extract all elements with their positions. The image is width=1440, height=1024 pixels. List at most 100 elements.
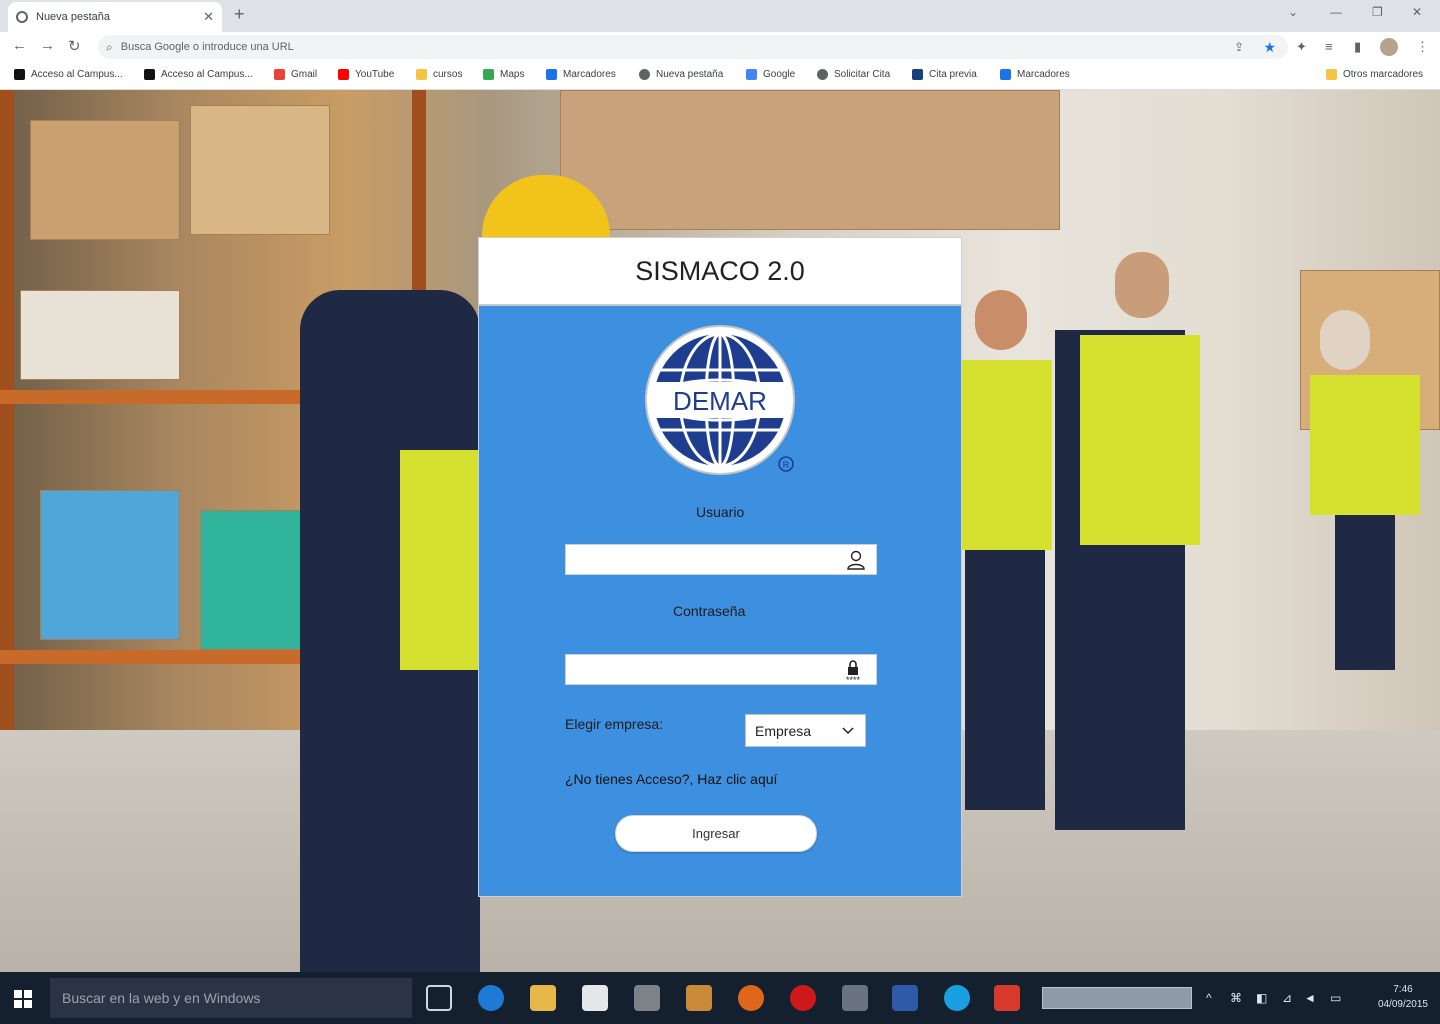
side-panel-icon[interactable]: ▮ [1354, 39, 1361, 55]
volume-icon[interactable]: ◄ [1304, 991, 1316, 1005]
bookmark-item[interactable]: Acceso al Campus... [144, 69, 253, 80]
store-icon[interactable] [582, 985, 608, 1011]
task-view-icon[interactable] [426, 985, 452, 1011]
bookmark-item[interactable]: Acceso al Campus... [14, 69, 123, 80]
bookmark-label: Google [763, 69, 796, 80]
network-icon[interactable]: ⊿ [1282, 991, 1292, 1005]
no-access-link[interactable]: ¿No tienes Acceso?, Haz clic aquí [565, 771, 777, 787]
bookmark-label: Maps [500, 69, 525, 80]
star-icon [1000, 69, 1011, 80]
app-icon[interactable] [842, 985, 868, 1011]
app-icon[interactable] [994, 985, 1020, 1011]
tab-search-icon[interactable]: ⌄ [1288, 5, 1298, 19]
registered-mark: R [783, 460, 790, 470]
safety-vest [960, 360, 1052, 550]
tray-icon[interactable]: ⌘ [1230, 991, 1242, 1005]
reload-icon[interactable]: ↻ [68, 37, 81, 55]
media-control-icon[interactable]: ≡ [1325, 39, 1333, 54]
bookmark-label: Marcadores [1017, 69, 1070, 80]
browser-tab[interactable]: Nueva pestaña ✕ [8, 2, 222, 32]
bookmark-star-icon[interactable]: ★ [1263, 39, 1276, 56]
chrome-tab-icon [16, 11, 28, 23]
app-icon[interactable] [892, 985, 918, 1011]
safety-vest [400, 450, 480, 670]
skype-icon[interactable] [944, 985, 970, 1011]
restore-icon[interactable]: ❐ [1372, 5, 1383, 19]
bookmark-item[interactable]: Maps [483, 69, 524, 80]
address-bar[interactable]: ⌕ Busca Google o introduce una URL ⇪ ★ [98, 35, 1288, 59]
forward-icon[interactable]: → [40, 37, 55, 54]
clock-time: 7:46 [1393, 984, 1413, 995]
search-icon: ⌕ [106, 39, 113, 54]
media-player-toolbar[interactable] [1042, 987, 1192, 1009]
file-explorer-icon[interactable] [530, 985, 556, 1011]
tab-close-icon[interactable]: ✕ [203, 9, 214, 25]
tab-title: Nueva pestaña [36, 11, 110, 23]
minimize-icon[interactable]: — [1330, 5, 1342, 19]
address-placeholder: Busca Google o introduce una URL [120, 41, 294, 53]
bookmark-item[interactable]: Nueva pestaña [639, 69, 723, 80]
windows-start-icon[interactable] [14, 990, 32, 1008]
bookmark-item[interactable]: Gmail [274, 69, 317, 80]
tray-icon[interactable]: ◧ [1256, 991, 1267, 1005]
folder-icon [1326, 69, 1337, 80]
bookmark-label: Solicitar Cita [834, 69, 891, 80]
bookmark-icon [14, 69, 25, 80]
box [560, 90, 1060, 230]
bookmark-label: Nueva pestaña [656, 69, 724, 80]
bookmark-item[interactable]: Google [746, 69, 795, 80]
lock-icon: **** [846, 660, 860, 684]
show-hidden-icons[interactable]: ^ [1206, 991, 1212, 1005]
password-label: Contraseña [673, 603, 746, 619]
bookmark-item[interactable]: Marcadores [546, 69, 616, 80]
notifications-icon[interactable]: ▭ [1330, 991, 1341, 1005]
chrome-icon [639, 69, 650, 80]
app-icon[interactable] [686, 985, 712, 1011]
new-tab-button[interactable]: + [234, 4, 245, 25]
google-icon [274, 69, 285, 80]
other-bookmarks[interactable]: Otros marcadores [1326, 69, 1423, 80]
site-icon [912, 69, 923, 80]
share-icon[interactable]: ⇪ [1234, 40, 1244, 54]
safety-vest [1080, 335, 1200, 545]
folder-icon [416, 69, 427, 80]
close-window-icon[interactable]: ✕ [1412, 5, 1422, 19]
youtube-icon [338, 69, 349, 80]
bookmark-item[interactable]: Marcadores [1000, 69, 1070, 80]
taskbar-search-placeholder: Buscar en la web y en Windows [62, 990, 261, 1006]
edge-icon[interactable] [478, 985, 504, 1011]
worker-head [1115, 252, 1169, 318]
firefox-icon[interactable] [738, 985, 764, 1011]
company-select[interactable]: Empresa [745, 714, 866, 747]
app-icon[interactable] [634, 985, 660, 1011]
windows-taskbar: Buscar en la web y en Windows ^ ⌘ ◧ ⊿ ◄ … [0, 972, 1440, 1024]
bookmark-item[interactable]: YouTube [338, 69, 394, 80]
worker-head [1320, 310, 1370, 370]
box [20, 290, 180, 380]
bookmark-item[interactable]: cursos [416, 69, 462, 80]
bookmark-label: Acceso al Campus... [31, 69, 123, 80]
username-field[interactable] [565, 544, 877, 575]
bookmark-label: Marcadores [563, 69, 616, 80]
other-bookmarks-label: Otros marcadores [1343, 69, 1424, 80]
safety-vest [1310, 375, 1420, 515]
user-icon [847, 550, 865, 570]
bookmark-item[interactable]: Cita previa [912, 69, 977, 80]
box [30, 120, 180, 240]
company-selected: Empresa [755, 722, 812, 739]
profile-avatar[interactable] [1380, 38, 1398, 56]
demar-logo: DEMAR R [645, 325, 795, 475]
bookmark-label: Acceso al Campus... [161, 69, 253, 80]
browser-tab-strip: Nueva pestaña ✕ + ⌄ — ❐ ✕ [0, 0, 1440, 32]
taskbar-clock[interactable]: 7:46 04/09/2015 [1378, 982, 1428, 1012]
menu-icon[interactable]: ⋮ [1416, 39, 1429, 55]
password-field[interactable]: **** [565, 654, 877, 685]
taskbar-search[interactable]: Buscar en la web y en Windows [50, 978, 412, 1018]
bookmark-item[interactable]: Solicitar Cita [817, 69, 890, 80]
opera-icon[interactable] [790, 985, 816, 1011]
extensions-icon[interactable]: ✦ [1296, 39, 1307, 55]
box [40, 490, 180, 640]
bookmark-label: Cita previa [929, 69, 977, 80]
login-button[interactable]: Ingresar [615, 815, 817, 852]
back-icon[interactable]: ← [12, 37, 27, 54]
